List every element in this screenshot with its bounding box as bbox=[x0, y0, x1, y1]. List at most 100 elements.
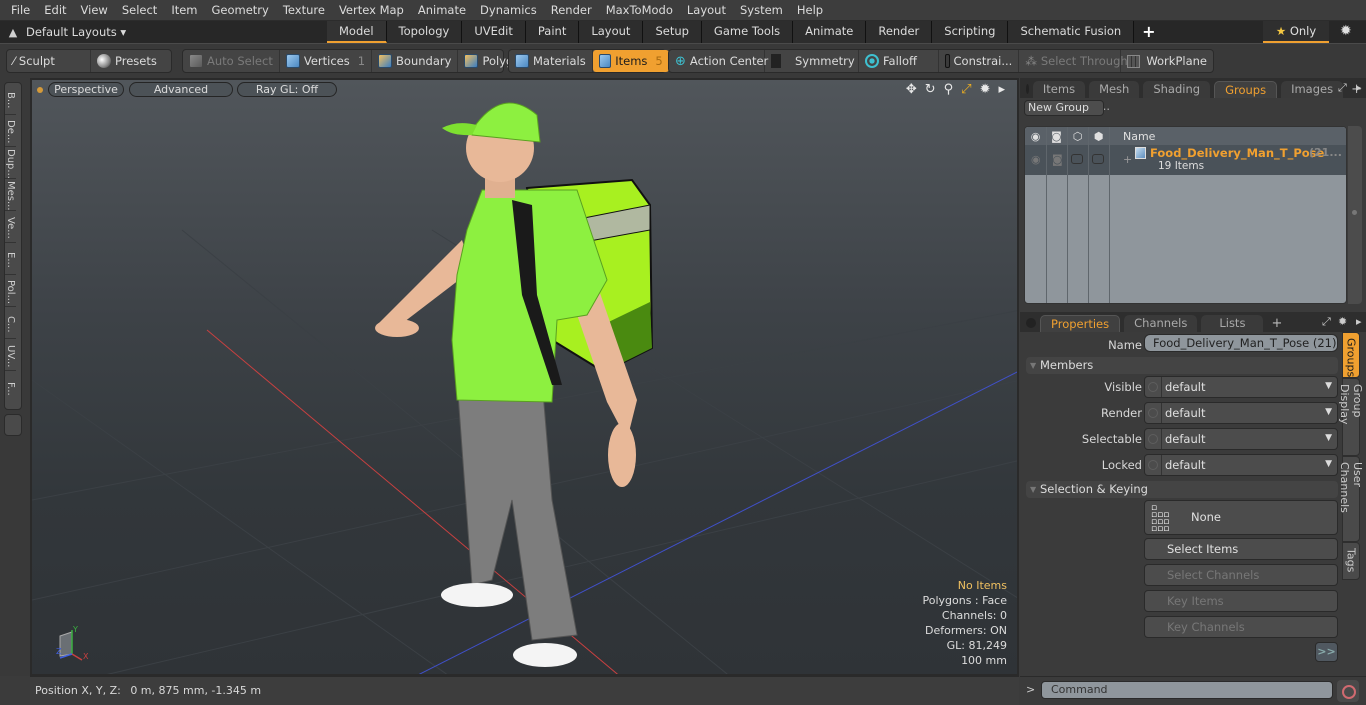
visible-dropdown[interactable]: default ▼ bbox=[1144, 376, 1338, 398]
falloff-button[interactable]: Falloff bbox=[859, 50, 940, 72]
menu-vertex-map[interactable]: Vertex Map bbox=[332, 0, 411, 21]
menu-dynamics[interactable]: Dynamics bbox=[473, 0, 544, 21]
scroll-handle[interactable] bbox=[1352, 210, 1357, 215]
gear-icon[interactable]: ✹ bbox=[1338, 315, 1347, 328]
menu-layout[interactable]: Layout bbox=[680, 0, 733, 21]
layout-tab-game-tools[interactable]: Game Tools bbox=[701, 21, 794, 43]
tool-tab-uv[interactable]: UV... bbox=[5, 339, 16, 371]
panel-more-icon[interactable]: ▸ bbox=[1356, 315, 1362, 328]
new-group-button[interactable]: New Group bbox=[1024, 100, 1104, 116]
layout-tab-model[interactable]: Model bbox=[327, 21, 387, 43]
tool-strip-extra-button[interactable] bbox=[4, 414, 22, 436]
visibility-eye-icon[interactable]: ◉ bbox=[1025, 130, 1046, 143]
groups-scrollbar[interactable] bbox=[1348, 126, 1362, 304]
maximize-icon[interactable]: ⤢ bbox=[961, 82, 971, 97]
layout-tab-paint[interactable]: Paint bbox=[525, 21, 580, 43]
tool-tab-polygon[interactable]: Pol... bbox=[5, 275, 16, 307]
render-camera-icon[interactable]: ◙ bbox=[1046, 130, 1067, 143]
side-tab-group-display[interactable]: Group Display bbox=[1338, 378, 1364, 456]
select-channels-button[interactable]: Select Channels bbox=[1144, 564, 1338, 586]
tool-tab-vertex[interactable]: Ve... bbox=[5, 211, 16, 243]
key-items-button[interactable]: Key Items bbox=[1144, 590, 1338, 612]
group-row[interactable]: ◉ ◙ + Food_Delivery_Man_T_Pose (21... 19… bbox=[1025, 145, 1346, 175]
only-favorites-toggle[interactable]: ★ Only bbox=[1263, 21, 1329, 43]
more-options-button[interactable]: >> bbox=[1315, 642, 1338, 662]
layout-tab-uvedit[interactable]: UVEdit bbox=[462, 21, 526, 43]
menu-select[interactable]: Select bbox=[115, 0, 164, 21]
materials-button[interactable]: Materials bbox=[509, 50, 593, 72]
menu-render[interactable]: Render bbox=[544, 0, 599, 21]
layout-tab-animate[interactable]: Animate bbox=[793, 21, 867, 43]
tab-groups[interactable]: Groups bbox=[1214, 81, 1278, 98]
name-column-header[interactable]: Name bbox=[1123, 130, 1155, 143]
row-select-toggle[interactable] bbox=[1092, 154, 1104, 164]
tool-tab-b[interactable]: B... bbox=[5, 83, 16, 115]
constraints-button[interactable]: Constrai... bbox=[939, 50, 1020, 72]
select-cube-icon[interactable]: ⬢ bbox=[1088, 130, 1109, 143]
more-icon[interactable]: ▸ bbox=[998, 82, 1005, 97]
shading-mode-button[interactable]: Advanced bbox=[129, 82, 233, 97]
workplane-button[interactable]: WorkPlane bbox=[1121, 50, 1213, 72]
add-properties-tab-button[interactable]: + bbox=[1267, 315, 1286, 332]
lock-cube-icon[interactable]: ⬡ bbox=[1067, 130, 1088, 143]
menu-texture[interactable]: Texture bbox=[276, 0, 332, 21]
menu-help[interactable]: Help bbox=[790, 0, 830, 21]
menu-edit[interactable]: Edit bbox=[37, 0, 73, 21]
boundary-button[interactable]: Boundary bbox=[372, 50, 459, 72]
viewport-options-dot[interactable] bbox=[37, 87, 43, 93]
tool-tab-f[interactable]: F... bbox=[5, 371, 16, 403]
move-view-icon[interactable]: ✥ bbox=[906, 82, 917, 97]
presets-button[interactable]: Presets bbox=[91, 50, 163, 72]
layout-tab-schematic-fusion[interactable]: Schematic Fusion bbox=[1008, 21, 1135, 43]
side-tab-tags[interactable]: Tags bbox=[1342, 542, 1360, 580]
raygl-button[interactable]: Ray GL: Off bbox=[237, 82, 337, 97]
layout-tab-topology[interactable]: Topology bbox=[386, 21, 463, 43]
expand-icon[interactable]: ⤢ bbox=[1322, 315, 1331, 329]
collapse-up-icon[interactable]: ▲ bbox=[0, 26, 26, 39]
tool-tab-deform[interactable]: De... bbox=[5, 115, 16, 147]
tab-mesh[interactable]: Mesh ... bbox=[1089, 81, 1140, 113]
menu-geometry[interactable]: Geometry bbox=[205, 0, 276, 21]
tab-properties[interactable]: Properties bbox=[1040, 315, 1121, 332]
menu-animate[interactable]: Animate bbox=[411, 0, 473, 21]
render-dropdown[interactable]: default ▼ bbox=[1144, 402, 1338, 424]
tab-images[interactable]: Images bbox=[1281, 81, 1344, 98]
side-tab-user-channels[interactable]: User Channels bbox=[1338, 456, 1364, 542]
panel-menu-dot[interactable] bbox=[1026, 318, 1036, 328]
members-section[interactable]: ▼ Members bbox=[1026, 357, 1338, 374]
row-visibility-icon[interactable]: ◉ bbox=[1031, 153, 1041, 166]
side-tab-groups[interactable]: Groups bbox=[1342, 332, 1360, 378]
menu-system[interactable]: System bbox=[733, 0, 790, 21]
menu-item[interactable]: Item bbox=[164, 0, 204, 21]
expand-plus-icon[interactable]: + bbox=[1123, 153, 1132, 166]
select-items-button[interactable]: Select Items bbox=[1144, 538, 1338, 560]
name-field[interactable]: Food_Delivery_Man_T_Pose (21) bbox=[1144, 334, 1338, 352]
tab-items[interactable]: Items bbox=[1032, 81, 1086, 98]
panel-menu-dot[interactable] bbox=[1026, 84, 1029, 94]
rotate-view-icon[interactable]: ↻ bbox=[925, 82, 936, 97]
symmetry-button[interactable]: Symmetry bbox=[765, 50, 859, 72]
record-macro-button[interactable] bbox=[1337, 680, 1359, 702]
tab-lists[interactable]: Lists bbox=[1201, 315, 1264, 332]
command-input[interactable]: Command bbox=[1041, 681, 1333, 699]
tab-channels[interactable]: Channels bbox=[1124, 315, 1198, 332]
key-channels-button[interactable]: Key Channels bbox=[1144, 616, 1338, 638]
sculpt-button[interactable]: ⁄ Sculpt bbox=[7, 50, 91, 72]
action-center-button[interactable]: ⊕ Action Center bbox=[669, 50, 768, 72]
settings-icon[interactable]: ✹ bbox=[980, 82, 991, 97]
selectable-dropdown[interactable]: default ▼ bbox=[1144, 428, 1338, 450]
select-through-button[interactable]: ⁂ Select Through bbox=[1019, 50, 1128, 72]
tool-tab-edge[interactable]: E... bbox=[5, 243, 16, 275]
selection-keying-section[interactable]: ▼ Selection & Keying bbox=[1026, 481, 1338, 498]
auto-select-button[interactable]: Auto Select bbox=[183, 50, 280, 72]
layout-tab-setup[interactable]: Setup bbox=[643, 21, 702, 43]
none-hierarchy-button[interactable]: ▫ ▫▫▫ ▫▫▫ ▫▫▫ None bbox=[1144, 500, 1338, 535]
menu-file[interactable]: File bbox=[4, 0, 37, 21]
tool-tab-mesh[interactable]: Mes... bbox=[5, 179, 16, 211]
layout-tab-scripting[interactable]: Scripting bbox=[932, 21, 1009, 43]
row-render-icon[interactable]: ◙ bbox=[1052, 153, 1063, 166]
layout-tab-layout[interactable]: Layout bbox=[579, 21, 644, 43]
gear-icon[interactable]: ✹ bbox=[1340, 23, 1352, 39]
menu-view[interactable]: View bbox=[74, 0, 115, 21]
3d-viewport[interactable]: Perspective Advanced Ray GL: Off ✥ ↻ ⚲ ⤢… bbox=[30, 78, 1019, 676]
